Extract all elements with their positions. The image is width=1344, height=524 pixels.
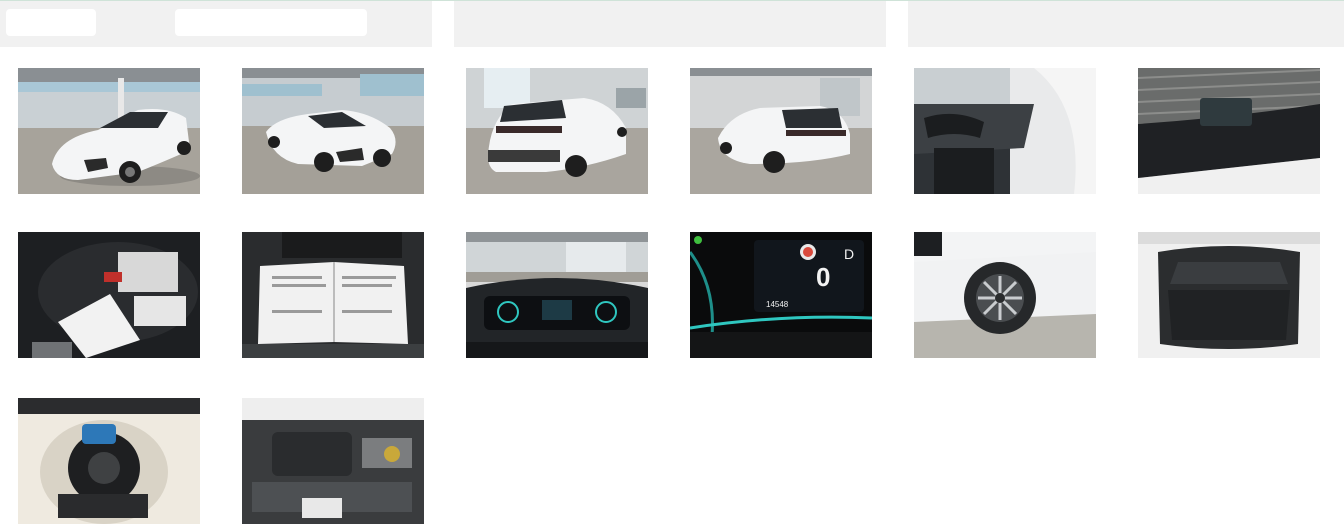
car-front-left-photo[interactable] [18, 68, 200, 194]
car-rear-left-photo[interactable] [466, 68, 648, 194]
search-input[interactable] [175, 9, 367, 36]
speed-readout: 0 [816, 262, 831, 292]
odometer-readout: 14548 [766, 300, 789, 309]
car-interior-photo[interactable] [914, 68, 1096, 194]
engine-bay-photo[interactable] [242, 398, 424, 524]
spare-wheel-well-photo[interactable] [18, 398, 200, 524]
instrument-cluster-photo[interactable]: D 0 14548 [690, 232, 872, 358]
service-documents-photo[interactable] [18, 232, 200, 358]
gear-indicator: D [844, 246, 855, 262]
filter-dropdown[interactable] [6, 9, 96, 36]
owner-manual-photo[interactable] [242, 232, 424, 358]
filter-panel-left [0, 1, 432, 47]
trunk-photo[interactable] [1138, 232, 1320, 358]
filter-panel-middle [454, 1, 886, 47]
car-roof-photo[interactable] [1138, 68, 1320, 194]
dashboard-photo[interactable] [466, 232, 648, 358]
wheel-photo[interactable] [914, 232, 1096, 358]
filter-panel-right [908, 1, 1344, 47]
car-rear-right-photo[interactable] [690, 68, 872, 194]
car-front-right-photo[interactable] [242, 68, 424, 194]
